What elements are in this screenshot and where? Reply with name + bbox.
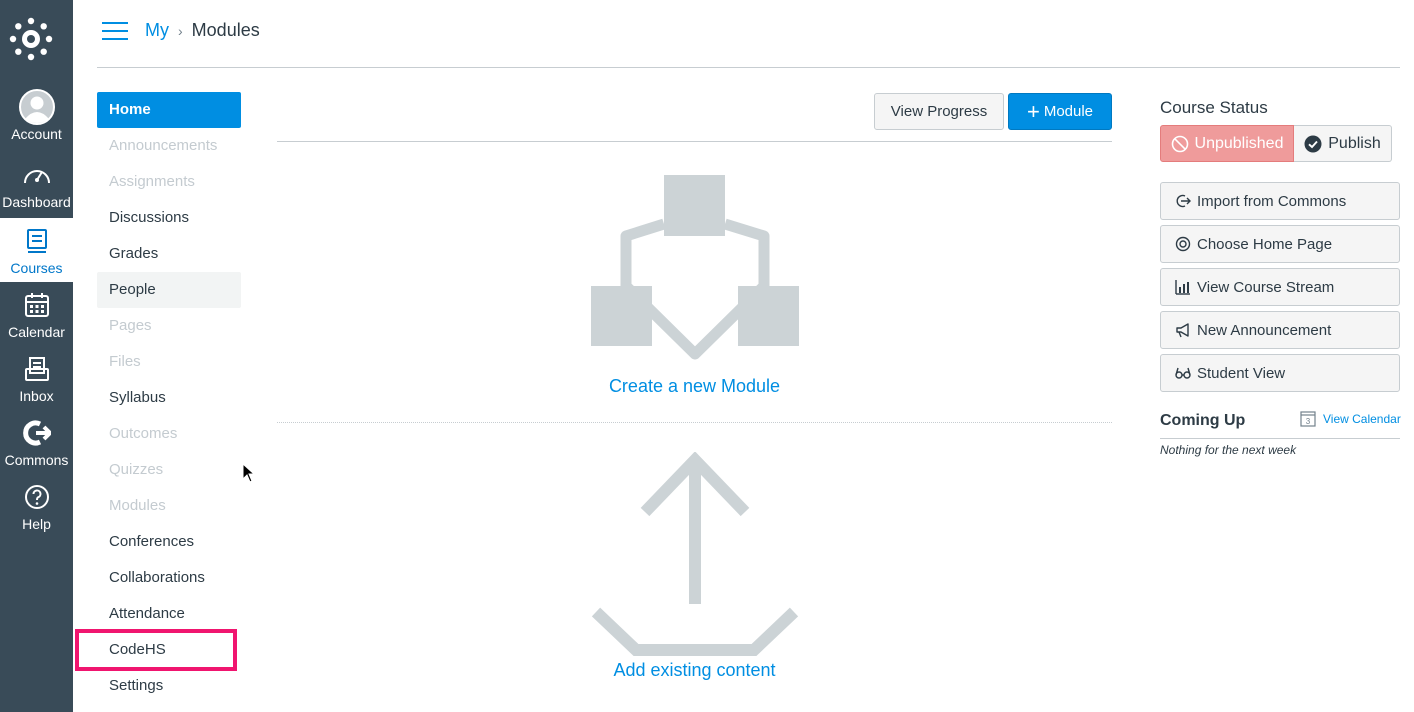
course-status-title: Course Status: [1160, 98, 1268, 117]
plus-icon: +: [1026, 98, 1040, 124]
calendar-icon: [24, 293, 49, 317]
button-label: Choose Home Page: [1197, 235, 1333, 253]
view-calendar-link[interactable]: 3 View Calendar: [1300, 410, 1401, 427]
nav-calendar[interactable]: Calendar: [0, 282, 73, 346]
course-nav-home[interactable]: Home: [97, 92, 241, 128]
nav-label: Inbox: [19, 388, 54, 404]
breadcrumb-current: Modules: [191, 20, 260, 40]
new-announcement-button[interactable]: New Announcement: [1160, 311, 1400, 349]
commons-icon: [22, 420, 51, 446]
course-nav-announcements[interactable]: Announcements: [97, 128, 241, 164]
button-label: New Announcement: [1197, 321, 1332, 339]
nav-dashboard[interactable]: Dashboard: [0, 152, 73, 216]
button-label: Import from Commons: [1197, 192, 1347, 210]
course-nav-people[interactable]: People: [97, 272, 241, 308]
publish-label: Publish: [1328, 134, 1381, 152]
course-nav-outcomes[interactable]: Outcomes: [97, 416, 241, 452]
course-nav-modules[interactable]: Modules: [97, 488, 241, 524]
course-navigation: Home Announcements Assignments Discussio…: [97, 92, 241, 704]
nav-label: Courses: [10, 260, 63, 276]
add-module-button[interactable]: + Module: [1008, 93, 1112, 130]
add-module-label: Module: [1043, 103, 1094, 120]
global-navigation: Account Dashboard Courses Calendar Inbox…: [0, 0, 73, 712]
nav-label: Commons: [4, 452, 69, 468]
nav-help[interactable]: Help: [0, 474, 73, 538]
inbox-icon: [24, 357, 49, 381]
upload-arrow-icon: [591, 452, 799, 656]
course-nav-settings[interactable]: Settings: [97, 668, 241, 704]
button-label: Student View: [1197, 364, 1286, 382]
unpublished-button[interactable]: Unpublished: [1160, 125, 1294, 162]
nav-commons[interactable]: Commons: [0, 410, 73, 474]
user-avatar-icon: [18, 89, 55, 125]
view-calendar-label: View Calendar: [1323, 411, 1401, 426]
nav-label: Dashboard: [2, 194, 71, 210]
megaphone-icon: [1176, 323, 1189, 338]
publish-button[interactable]: Publish: [1294, 125, 1392, 162]
view-course-stream-button[interactable]: View Course Stream: [1160, 268, 1400, 306]
hamburger-menu-icon[interactable]: [102, 22, 128, 42]
codehs-highlight-box: [75, 629, 237, 671]
nav-label: Help: [22, 516, 51, 532]
course-nav-pages[interactable]: Pages: [97, 308, 241, 344]
choose-home-page-button[interactable]: Choose Home Page: [1160, 225, 1400, 263]
add-existing-content-link[interactable]: Add existing content: [277, 660, 1112, 681]
help-icon: [24, 485, 49, 509]
nav-label: Calendar: [8, 324, 65, 340]
unpublished-label: Unpublished: [1194, 134, 1284, 152]
course-nav-conferences[interactable]: Conferences: [97, 524, 241, 560]
coming-up-divider: [1160, 438, 1400, 439]
breadcrumb-separator-icon: ›: [178, 22, 183, 39]
breadcrumb: My › Modules: [145, 20, 260, 41]
nav-inbox[interactable]: Inbox: [0, 346, 73, 410]
import-from-commons-button[interactable]: Import from Commons: [1160, 182, 1400, 220]
button-label: View Course Stream: [1197, 278, 1335, 296]
breadcrumb-course-link[interactable]: My: [145, 20, 169, 41]
commons-import-icon: [1176, 194, 1191, 208]
target-icon: [1175, 236, 1191, 252]
create-new-module-link[interactable]: Create a new Module: [277, 376, 1112, 397]
course-status-toggle: Unpublished Publish: [1160, 125, 1392, 162]
mouse-cursor-icon: [242, 463, 256, 483]
course-nav-discussions[interactable]: Discussions: [97, 200, 241, 236]
calendar-day-number: 3: [1306, 417, 1311, 426]
module-hierarchy-icon: [591, 175, 799, 360]
course-nav-grades[interactable]: Grades: [97, 236, 241, 272]
course-nav-assignments[interactable]: Assignments: [97, 164, 241, 200]
check-circle-icon: [1304, 135, 1322, 152]
empty-state-divider: [277, 422, 1112, 423]
stream-chart-icon: [1175, 280, 1190, 295]
course-nav-files[interactable]: Files: [97, 344, 241, 380]
view-progress-button[interactable]: View Progress: [874, 93, 1004, 130]
coming-up-empty-text: Nothing for the next week: [1160, 443, 1297, 457]
course-nav-syllabus[interactable]: Syllabus: [97, 380, 241, 416]
nav-courses[interactable]: Courses: [0, 218, 73, 282]
header-divider: [97, 67, 1400, 68]
prohibited-icon: [1171, 135, 1188, 152]
dashboard-speedometer-icon: [23, 170, 50, 184]
modules-toolbar: View Progress + Module: [277, 92, 1112, 142]
calendar-icon: 3: [1300, 411, 1316, 427]
canvas-logo-icon[interactable]: [8, 16, 54, 62]
nav-account[interactable]: Account: [0, 84, 73, 148]
book-icon: [26, 229, 47, 253]
student-view-button[interactable]: Student View: [1160, 354, 1400, 392]
course-nav-collaborations[interactable]: Collaborations: [97, 560, 241, 596]
course-nav-attendance[interactable]: Attendance: [97, 596, 241, 632]
course-nav-quizzes[interactable]: Quizzes: [97, 452, 241, 488]
coming-up-title: Coming Up: [1160, 412, 1246, 429]
glasses-icon: [1175, 367, 1191, 379]
nav-label: Account: [11, 126, 62, 142]
